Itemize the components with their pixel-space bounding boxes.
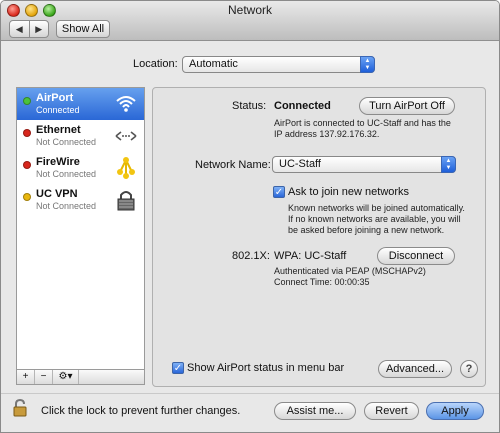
back-forward-control: ◀ ▶: [9, 20, 49, 38]
status-value: Connected: [274, 100, 331, 112]
show-status-label: Show AirPort status in menu bar: [187, 362, 345, 374]
status-description-line1: AirPort is connected to UC-Staff and has…: [274, 118, 451, 128]
service-name: AirPort: [36, 92, 74, 104]
service-name: UC VPN: [36, 188, 78, 200]
service-item-firewire[interactable]: FireWire Not Connected: [17, 152, 144, 184]
ask-description-line1: Known networks will be joined automatica…: [288, 203, 465, 213]
ask-description-line3: be asked before joining a new network.: [288, 225, 445, 235]
title-bar: Network ◀ ▶ Show All: [1, 1, 499, 41]
remove-service-button[interactable]: −: [35, 370, 53, 384]
advanced-button[interactable]: Advanced...: [378, 360, 452, 378]
window-title: Network: [227, 3, 272, 17]
service-item-uc-vpn[interactable]: UC VPN Not Connected: [17, 184, 144, 216]
network-name-label: Network Name:: [195, 159, 271, 171]
service-name: FireWire: [36, 156, 80, 168]
network-preferences-window: Network ◀ ▶ Show All Location: Automatic…: [0, 0, 500, 433]
dot1x-label: 802.1X:: [232, 250, 270, 262]
status-description-line2: IP address 137.92.176.32.: [274, 129, 380, 139]
service-status: Not Connected: [36, 169, 97, 179]
ask-to-join-checkbox[interactable]: ✓: [273, 186, 285, 198]
dot1x-value: WPA: UC-Staff: [274, 250, 347, 262]
add-service-button[interactable]: +: [17, 370, 35, 384]
revert-button[interactable]: Revert: [364, 402, 419, 420]
service-list: AirPort Connected Ethernet Not Connected…: [16, 87, 145, 370]
action-gear-menu[interactable]: ⚙▾: [53, 370, 79, 384]
help-button[interactable]: ?: [460, 360, 478, 378]
forward-button[interactable]: ▶: [30, 21, 49, 37]
location-popup[interactable]: Automatic ▲ ▼: [182, 56, 375, 73]
firewire-icon: [117, 157, 135, 179]
back-button[interactable]: ◀: [10, 21, 30, 37]
padlock-icon[interactable]: [13, 399, 29, 417]
ask-description-line2: If no known networks are available, you …: [288, 214, 461, 224]
status-indicator-icon: [23, 161, 31, 169]
status-indicator-icon: [23, 193, 31, 201]
ethernet-icon: [115, 131, 137, 141]
service-status: Not Connected: [36, 137, 97, 147]
wifi-icon: [116, 96, 136, 112]
popup-arrows-icon: ▲ ▼: [441, 156, 456, 173]
service-item-airport[interactable]: AirPort Connected: [17, 88, 144, 120]
show-status-checkbox[interactable]: ✓: [172, 362, 184, 374]
footer-divider: [1, 393, 499, 394]
service-status: Connected: [36, 105, 80, 115]
network-name-popup[interactable]: UC-Staff ▲ ▼: [272, 156, 456, 173]
status-label: Status:: [232, 100, 267, 112]
service-name: Ethernet: [36, 124, 81, 136]
status-indicator-icon: [23, 129, 31, 137]
show-all-button[interactable]: Show All: [56, 20, 110, 38]
popup-arrows-icon: ▲ ▼: [360, 56, 375, 73]
network-name-value: UC-Staff: [279, 158, 321, 170]
service-item-ethernet[interactable]: Ethernet Not Connected: [17, 120, 144, 152]
turn-airport-off-button[interactable]: Turn AirPort Off: [359, 97, 455, 115]
authentication-text: Authenticated via PEAP (MSCHAPv2): [274, 266, 426, 276]
location-value: Automatic: [189, 58, 238, 70]
connect-time-text: Connect Time: 00:00:35: [274, 277, 370, 287]
disconnect-button[interactable]: Disconnect: [377, 247, 455, 265]
assist-me-button[interactable]: Assist me...: [274, 402, 356, 420]
apply-button[interactable]: Apply: [426, 402, 484, 420]
lock-instruction-text: Click the lock to prevent further change…: [41, 405, 241, 417]
location-label: Location:: [133, 58, 178, 70]
service-status: Not Connected: [36, 201, 97, 211]
ask-to-join-label: Ask to join new networks: [288, 186, 410, 198]
service-list-toolbar: + − ⚙▾: [16, 370, 145, 385]
status-indicator-icon: [23, 97, 31, 105]
vpn-lock-icon: [117, 191, 135, 211]
